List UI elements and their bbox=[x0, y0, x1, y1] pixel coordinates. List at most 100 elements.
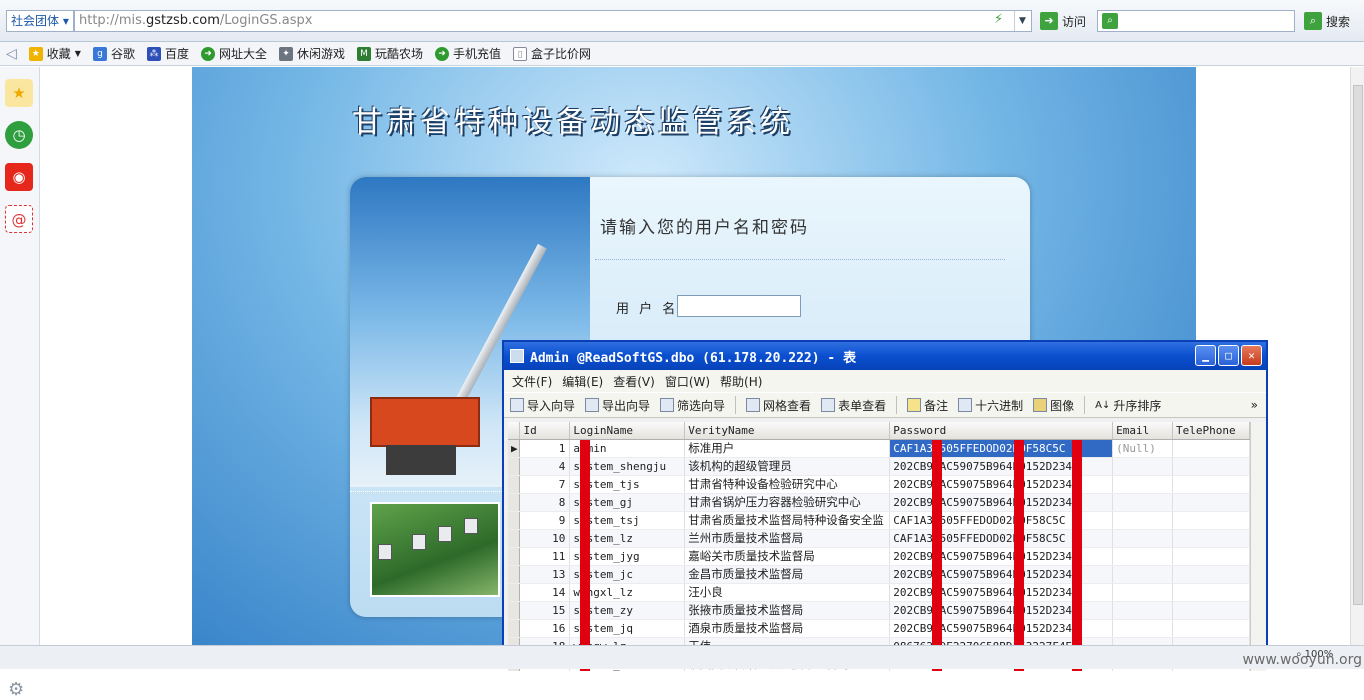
cell-verityname[interactable]: 甘肃省特种设备检验研究中心 bbox=[684, 475, 891, 494]
fav-item-7[interactable]: ▯ 盒子比价网 bbox=[513, 45, 591, 62]
category-dropdown[interactable]: 社会团体 ▾ bbox=[6, 10, 74, 32]
scrollbar-thumb[interactable] bbox=[1353, 85, 1363, 605]
maximize-button[interactable]: □ bbox=[1218, 345, 1239, 366]
cell-email[interactable] bbox=[1112, 583, 1174, 602]
gear-icon[interactable]: ⚙ bbox=[8, 679, 24, 700]
search-input[interactable]: ⌕ bbox=[1097, 10, 1295, 32]
cell-telephone[interactable] bbox=[1172, 583, 1250, 602]
fav-item-4[interactable]: ✦ 休闲游戏 bbox=[279, 45, 345, 62]
star-icon[interactable]: ★ bbox=[5, 79, 33, 107]
menu-view[interactable]: 查看(V) bbox=[613, 373, 655, 390]
filter-wizard-button[interactable]: 筛选向导 bbox=[660, 397, 725, 414]
table-row[interactable]: ▶1admin标准用户CAF1A3D505FFEDOD02BOF58C5C(Nu… bbox=[508, 439, 1250, 458]
memo-button[interactable]: 备注 bbox=[907, 397, 948, 414]
column-header-password[interactable]: Password bbox=[889, 422, 1114, 440]
cell-email[interactable] bbox=[1112, 475, 1174, 494]
cell-id[interactable]: 13 bbox=[519, 565, 571, 584]
grid-scrollbar[interactable] bbox=[1250, 422, 1266, 671]
overflow-chevron-icon[interactable]: » bbox=[1251, 398, 1258, 412]
cell-telephone[interactable] bbox=[1172, 601, 1250, 620]
cell-id[interactable]: 14 bbox=[519, 583, 571, 602]
table-row[interactable]: 15 system_zy 张掖市质量技术监督局 202CB96AC59075B964B… bbox=[508, 601, 1250, 620]
table-row[interactable]: 4 system_shengju 该机构的超级管理员 202CB96AC59075B9… bbox=[508, 457, 1250, 476]
chevron-down-icon[interactable]: ▼ bbox=[1014, 11, 1030, 31]
minimize-button[interactable]: ▁ bbox=[1195, 345, 1216, 366]
cell-id[interactable]: 10 bbox=[519, 529, 571, 548]
cell-telephone[interactable] bbox=[1172, 619, 1250, 638]
cell-verityname[interactable]: 酒泉市质量技术监督局 bbox=[684, 619, 891, 638]
table-row[interactable]: 14 wangxl_lz 汪小良 202CB96AC59075B964BO152D23… bbox=[508, 583, 1250, 602]
visit-button[interactable]: ➜ 访问 bbox=[1040, 12, 1086, 30]
fav-item-3[interactable]: ➜ 网址大全 bbox=[200, 45, 267, 62]
cell-email[interactable] bbox=[1112, 601, 1174, 620]
image-button[interactable]: 图像 bbox=[1033, 397, 1074, 414]
cell-email[interactable] bbox=[1112, 529, 1174, 548]
cell-id[interactable]: 8 bbox=[519, 493, 571, 512]
column-header-verityname[interactable]: VerityName bbox=[684, 422, 891, 440]
cell-verityname[interactable]: 标准用户 bbox=[684, 439, 891, 458]
cell-verityname[interactable]: 金昌市质量技术监督局 bbox=[684, 565, 891, 584]
cell-email[interactable] bbox=[1112, 565, 1174, 584]
fav-item-0[interactable]: ★ 收藏 ▼ bbox=[28, 45, 81, 62]
fav-item-1[interactable]: g 谷歌 bbox=[92, 45, 135, 62]
cell-id[interactable]: 11 bbox=[519, 547, 571, 566]
menu-window[interactable]: 窗口(W) bbox=[665, 373, 710, 390]
column-header-telephone[interactable]: TelePhone bbox=[1172, 422, 1250, 440]
form-view-button[interactable]: 表单查看 bbox=[821, 397, 886, 414]
cell-telephone[interactable] bbox=[1172, 529, 1250, 548]
hex-button[interactable]: 十六进制 bbox=[958, 397, 1023, 414]
cell-id[interactable]: 1 bbox=[519, 439, 571, 458]
cell-id[interactable]: 4 bbox=[519, 457, 571, 476]
export-wizard-button[interactable]: 导出向导 bbox=[585, 397, 650, 414]
table-row[interactable]: 10 system_lz 兰州市质量技术监督局 CAF1A3D505FFEDOD02B… bbox=[508, 529, 1250, 548]
cell-email[interactable] bbox=[1112, 493, 1174, 512]
cell-telephone[interactable] bbox=[1172, 511, 1250, 530]
fav-item-5[interactable]: M 玩酷农场 bbox=[357, 45, 423, 62]
cell-email[interactable] bbox=[1112, 511, 1174, 530]
back-icon[interactable]: ◁ bbox=[6, 46, 17, 62]
column-header-email[interactable]: Email bbox=[1112, 422, 1174, 440]
cell-verityname[interactable]: 甘肃省质量技术监督局特种设备安全监 bbox=[684, 511, 891, 530]
menu-file[interactable]: 文件(F) bbox=[512, 373, 552, 390]
fav-item-2[interactable]: ⁂ 百度 bbox=[146, 45, 189, 62]
cell-verityname[interactable]: 该机构的超级管理员 bbox=[684, 457, 891, 476]
url-input[interactable]: http://mis.gstzsb.com/LoginGS.aspx bbox=[74, 10, 1032, 32]
cell-email[interactable] bbox=[1112, 619, 1174, 638]
search-button[interactable]: ⌕ 搜索 bbox=[1304, 12, 1350, 30]
cell-telephone[interactable] bbox=[1172, 493, 1250, 512]
cell-id[interactable]: 9 bbox=[519, 511, 571, 530]
table-row[interactable]: 8 system_gj 甘肃省锅炉压力容器检验研究中心 202CB96AC59075B… bbox=[508, 493, 1250, 512]
cell-email[interactable] bbox=[1112, 457, 1174, 476]
mail-icon[interactable]: @ bbox=[5, 205, 33, 233]
username-input[interactable] bbox=[677, 295, 801, 317]
import-wizard-button[interactable]: 导入向导 bbox=[510, 397, 575, 414]
table-row[interactable]: 13 system_jc 金昌市质量技术监督局 202CB96AC59075B964B… bbox=[508, 565, 1250, 584]
weibo-icon[interactable]: ◉ bbox=[5, 163, 33, 191]
cell-id[interactable]: 16 bbox=[519, 619, 571, 638]
cell-telephone[interactable] bbox=[1172, 457, 1250, 476]
cell-telephone[interactable] bbox=[1172, 547, 1250, 566]
cell-verityname[interactable]: 张掖市质量技术监督局 bbox=[684, 601, 891, 620]
page-scrollbar[interactable] bbox=[1350, 67, 1364, 645]
table-row[interactable]: 7 system_tjs 甘肃省特种设备检验研究中心 202CB96AC59075B9… bbox=[508, 475, 1250, 494]
grid-view-button[interactable]: 网格查看 bbox=[746, 397, 811, 414]
fav-item-6[interactable]: ➜ 手机充值 bbox=[435, 45, 501, 62]
cell-telephone[interactable] bbox=[1172, 565, 1250, 584]
close-button[interactable]: ✕ bbox=[1241, 345, 1262, 366]
clock-icon[interactable]: ◷ bbox=[5, 121, 33, 149]
column-header-id[interactable]: Id bbox=[519, 422, 571, 440]
sort-ascending-button[interactable]: A↓ 升序排序 bbox=[1095, 397, 1161, 414]
cell-verityname[interactable]: 汪小良 bbox=[684, 583, 891, 602]
table-row[interactable]: 11 system_jyg 嘉峪关市质量技术监督局 202CB96AC59075B96… bbox=[508, 547, 1250, 566]
lightning-icon[interactable]: ⚡ bbox=[994, 12, 1003, 27]
table-row[interactable]: 16 system_jq 酒泉市质量技术监督局 202CB96AC59075B964B… bbox=[508, 619, 1250, 638]
cell-verityname[interactable]: 兰州市质量技术监督局 bbox=[684, 529, 891, 548]
cell-id[interactable]: 7 bbox=[519, 475, 571, 494]
cell-telephone[interactable] bbox=[1172, 439, 1250, 458]
window-titlebar[interactable]: Admin @ReadSoftGS.dbo (61.178.20.222) - … bbox=[504, 342, 1266, 370]
cell-verityname[interactable]: 甘肃省锅炉压力容器检验研究中心 bbox=[684, 493, 891, 512]
menu-edit[interactable]: 编辑(E) bbox=[562, 373, 603, 390]
menu-help[interactable]: 帮助(H) bbox=[720, 373, 762, 390]
column-header-loginname[interactable]: LoginName bbox=[569, 422, 686, 440]
table-row[interactable]: 9 system_tsj 甘肃省质量技术监督局特种设备安全监 CAF1A3D505FF… bbox=[508, 511, 1250, 530]
